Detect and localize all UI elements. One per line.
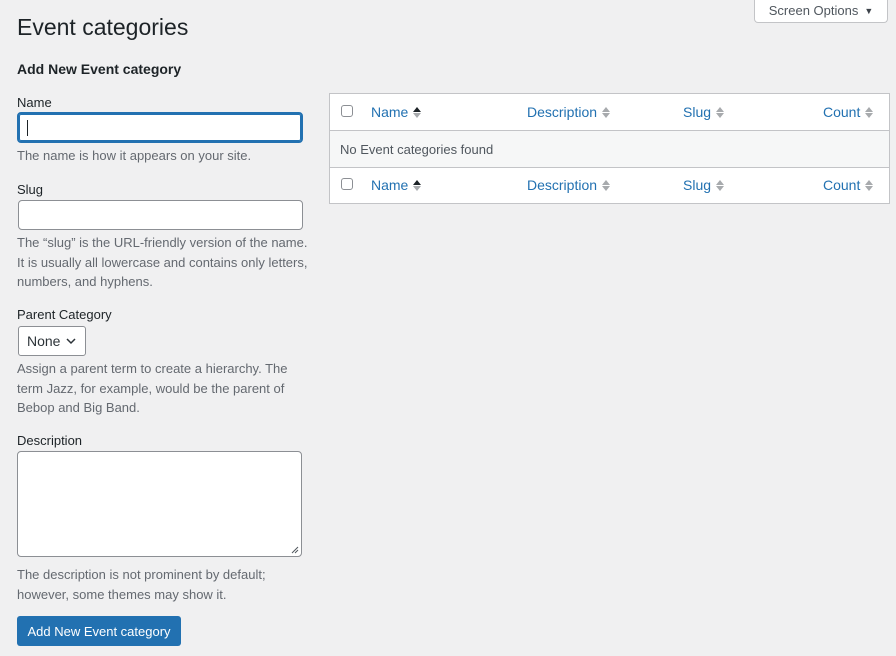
resize-handle-icon[interactable] [290, 545, 299, 554]
table-footer-row: Name Description Slug Count [330, 168, 889, 203]
column-header-name[interactable]: Name [371, 104, 422, 120]
text-caret [27, 120, 28, 136]
description-label: Description [17, 433, 83, 448]
slug-label: Slug [17, 182, 44, 197]
chevron-down-icon [66, 338, 76, 345]
column-footer-slug[interactable]: Slug [683, 177, 725, 193]
name-help: The name is how it appears on your site. [17, 148, 252, 163]
empty-message: No Event categories found [340, 142, 494, 157]
description-textarea[interactable] [17, 451, 302, 557]
slug-input[interactable] [18, 200, 303, 230]
select-all-checkbox[interactable] [341, 105, 353, 117]
parent-category-help: Assign a parent term to create a hierarc… [17, 361, 288, 415]
name-input[interactable] [17, 112, 303, 143]
form-heading: Add New Event category [17, 61, 182, 77]
sort-icon [865, 179, 874, 191]
column-footer-description[interactable]: Description [527, 177, 611, 193]
sort-icon [865, 106, 874, 118]
sort-icon [413, 179, 422, 191]
parent-category-select[interactable]: None [18, 326, 86, 356]
column-header-description[interactable]: Description [527, 104, 611, 120]
column-header-slug[interactable]: Slug [683, 104, 725, 120]
description-help: The description is not prominent by defa… [17, 567, 266, 602]
select-all-checkbox-footer[interactable] [341, 178, 353, 190]
sort-icon [716, 106, 725, 118]
categories-table: Name Description Slug Count No Event cat… [329, 93, 890, 204]
empty-row: No Event categories found [330, 131, 889, 168]
column-footer-count[interactable]: Count [823, 177, 874, 193]
triangle-down-icon: ▼ [864, 5, 874, 16]
add-new-category-button[interactable]: Add New Event category [17, 616, 181, 646]
column-header-count[interactable]: Count [823, 104, 874, 120]
page-title: Event categories [17, 14, 189, 40]
sort-icon [602, 179, 611, 191]
parent-category-value: None [27, 333, 61, 349]
name-label: Name [17, 95, 52, 110]
slug-help: The “slug” is the URL-friendly version o… [17, 235, 308, 289]
table-header-row: Name Description Slug Count [330, 94, 889, 131]
screen-options-button[interactable]: Screen Options ▼ [754, 0, 888, 23]
sort-icon [602, 106, 611, 118]
sort-icon [413, 106, 422, 118]
sort-icon [716, 179, 725, 191]
column-footer-name[interactable]: Name [371, 177, 422, 193]
screen-options-label: Screen Options [768, 3, 859, 18]
parent-category-label: Parent Category [17, 307, 112, 322]
